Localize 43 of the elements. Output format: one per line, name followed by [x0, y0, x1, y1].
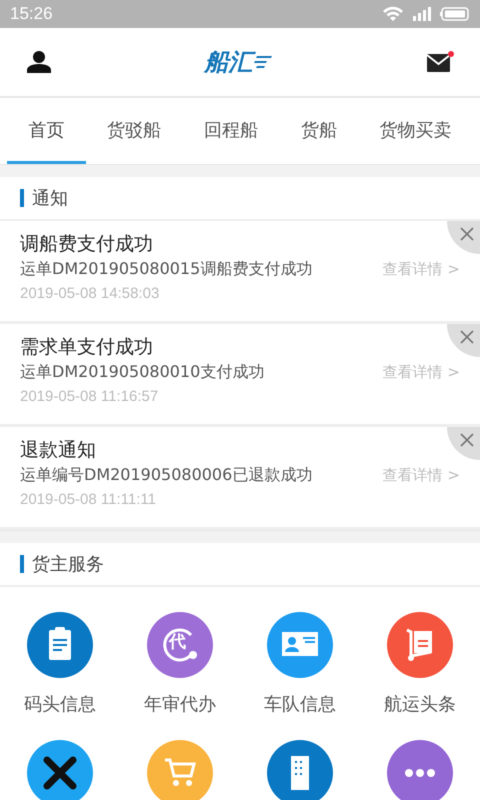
- section-marker: [20, 189, 24, 207]
- service-label[interactable]: 航运头条: [384, 692, 456, 716]
- nav-tab[interactable]: 货驳船: [86, 98, 183, 164]
- notice-time: 2019-05-08 11:11:11: [20, 490, 157, 510]
- notice-title: 退款通知: [20, 438, 97, 463]
- service-button[interactable]: 代: [147, 612, 213, 678]
- more-icon: [405, 769, 435, 777]
- status-time: 15:26: [10, 4, 53, 24]
- signal-icon: [412, 6, 432, 22]
- notice-text: 运单编号DM201905080006已退款成功: [20, 464, 312, 486]
- service-label[interactable]: 年审代办: [144, 692, 216, 716]
- close-icon[interactable]: [459, 226, 475, 242]
- notice-card[interactable]: 调船费支付成功 运单DM201905080015调船费支付成功 查看详情 > 2019-05-08 14:58:03: [0, 221, 480, 324]
- wifi-icon: [382, 6, 404, 22]
- nav-tab[interactable]: 回程船: [182, 98, 280, 164]
- tools-icon: [44, 756, 76, 790]
- notice-title: 调船费支付成功: [20, 232, 154, 257]
- battery-icon: [440, 7, 470, 21]
- notice-time: 2019-05-08 14:58:03: [20, 284, 160, 304]
- service-button[interactable]: [27, 740, 93, 800]
- nav-tab[interactable]: 货船: [279, 98, 358, 164]
- close-icon[interactable]: [459, 329, 475, 345]
- nav-tab[interactable]: 货物买卖: [358, 98, 473, 164]
- close-icon[interactable]: [459, 432, 475, 448]
- id-card-icon: [282, 632, 318, 656]
- notice-title: 需求单支付成功: [20, 335, 154, 360]
- building-icon: [291, 756, 309, 790]
- user-icon[interactable]: [27, 51, 51, 73]
- mail-icon[interactable]: [426, 50, 454, 74]
- section-title: 货主服务: [32, 553, 104, 576]
- notice-text: 运单DM201905080015调船费支付成功: [20, 258, 312, 280]
- notice-card[interactable]: 需求单支付成功 运单DM201905080010支付成功 查看详情 > 2019-05-08 11:16:57: [0, 324, 480, 427]
- clipboard-icon: [49, 627, 71, 660]
- service-label[interactable]: 码头信息: [24, 692, 96, 716]
- icon-glyph: 代: [169, 631, 186, 654]
- notice-text: 运单DM201905080010支付成功: [20, 361, 264, 383]
- section-title: 通知: [32, 187, 68, 210]
- hand-truck-icon: [406, 628, 432, 661]
- section-marker: [20, 555, 24, 573]
- service-label[interactable]: 车队信息: [264, 692, 336, 716]
- shopping-cart-icon: [165, 758, 196, 786]
- notice-time: 2019-05-08 11:16:57: [20, 387, 160, 407]
- agent-icon: [163, 628, 197, 662]
